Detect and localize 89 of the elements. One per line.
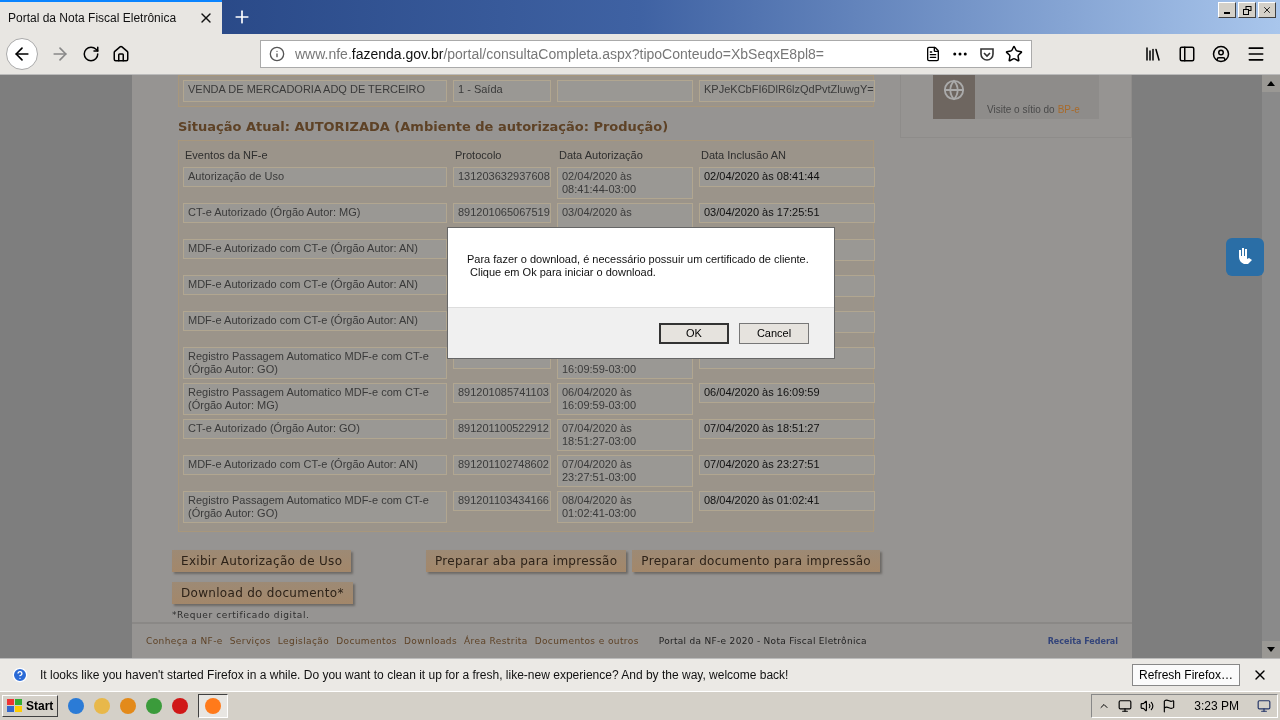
table-cell: MDF-e Autorizado com CT-e (Órgão Autor: AN): [183, 455, 447, 475]
table-cell: 891201085741103: [453, 383, 551, 403]
help-icon: [12, 667, 28, 683]
home-icon[interactable]: [112, 45, 130, 63]
table-cell: 1 - Saída: [453, 80, 551, 102]
logo-text: Receita Federal: [1047, 636, 1118, 646]
desktop-icon[interactable]: [1257, 699, 1271, 713]
column-header: Data Inclusão AN: [700, 148, 787, 163]
sidebar-icon[interactable]: [1178, 45, 1196, 63]
page-button[interactable]: Preparar documento para impressão: [632, 550, 880, 572]
clock: 3:23 PM: [1194, 699, 1239, 713]
down-arrow-icon[interactable]: [1267, 647, 1275, 652]
opera-icon[interactable]: [172, 698, 189, 714]
footer-link[interactable]: Documentos e outros: [534, 636, 639, 646]
star-icon[interactable]: [1005, 45, 1023, 63]
up-arrow-icon[interactable]: [1267, 81, 1275, 86]
table-cell: Registro Passagem Automatico MDF-e com CT-e (Órgão Autor: GO): [183, 347, 447, 379]
address-bar[interactable]: www.nfe.fazenda.gov.br/portal/consultaCompleta.aspx?tipoConteudo=XbSeqxE8pl8=: [260, 40, 1032, 68]
table-cell: CT-e Autorizado (Órgão Autor: GO): [183, 419, 447, 439]
table-cell: 891201103434166: [453, 491, 551, 511]
table-cell: MDF-e Autorizado com CT-e (Órgão Autor: AN): [183, 275, 447, 295]
library-icon[interactable]: [1144, 45, 1162, 63]
table-cell: Registro Passagem Automatico MDF-e com CT-e (Órgão Autor: GO): [183, 491, 447, 523]
reader-icon[interactable]: [925, 46, 941, 62]
table-cell: 891201100522912: [453, 419, 551, 439]
table-cell: 07/04/2020 às 23:27:51: [699, 455, 875, 475]
banner-text: Visite o sítio do: [987, 104, 1055, 115]
footer-link[interactable]: Downloads: [403, 636, 457, 646]
table-cell: 08/04/2020 às 01:02:41-03:00: [557, 491, 693, 523]
pocket-icon[interactable]: [979, 46, 995, 62]
notification-text: It looks like you haven't started Firefox in a while. Do you want to clean it up for a fresh, like-new experience? And by the way, welcome back!: [40, 668, 790, 682]
start-button[interactable]: Start: [2, 695, 59, 717]
page-button[interactable]: Exibir Autorização de Uso: [172, 550, 352, 572]
bpe-banner[interactable]: Visite o sítio do BP-e: [933, 75, 1099, 119]
browser-icon[interactable]: [68, 698, 85, 714]
column-header: Eventos da NF-e: [184, 148, 269, 163]
dialog-message: Para fazer o download, é necessário possuir um certificado de cliente. Clique em Ok para iniciar o download.: [467, 253, 809, 279]
table-cell: 06/04/2020 às 16:09:59: [699, 383, 875, 403]
table-cell: 131203632937608: [453, 167, 551, 187]
column-header: Protocolo: [454, 148, 503, 163]
table-cell: 07/04/2020 às 23:27:51-03:00: [557, 455, 693, 487]
copyright-text: Portal da NF-e 2020 - Nota Fiscal Eletrônica: [658, 636, 867, 646]
footnote: *Requer certificado digital.: [172, 610, 311, 620]
table-cell: 07/04/2020 às 18:51:27-03:00: [557, 419, 693, 451]
account-icon[interactable]: [1212, 45, 1230, 63]
reload-icon[interactable]: [82, 45, 100, 63]
table-cell: 08/04/2020 às 01:02:41: [699, 491, 875, 511]
table-cell: 07/04/2020 às 18:51:27: [699, 419, 875, 439]
minimize-icon[interactable]: [1218, 2, 1236, 18]
windows-logo-icon: [7, 699, 23, 713]
status-heading: Situação Atual: AUTORIZADA (Ambiente de autorização: Produção): [177, 118, 670, 136]
footer-link[interactable]: Serviços: [229, 636, 271, 646]
table-cell: 02/04/2020 às 08:41:44: [699, 167, 875, 187]
globe-icon: [943, 79, 965, 101]
footer-link[interactable]: Área Restrita: [464, 636, 528, 646]
table-cell: 06/04/2020 às 16:09:59-03:00: [557, 383, 693, 415]
page-button[interactable]: Preparar aba para impressão: [426, 550, 627, 572]
table-cell: 891201102748602: [453, 455, 551, 475]
table-cell: Autorização de Uso: [183, 167, 447, 187]
footer-link[interactable]: Conheça a NF-e: [146, 636, 223, 646]
table-cell: CT-e Autorizado (Órgão Autor: MG): [183, 203, 447, 223]
refresh-button[interactable]: Refresh Firefox…: [1131, 664, 1240, 686]
table-cell: 03/04/2020 às 17:25:51: [699, 203, 875, 223]
table-cell: KPJeKCbFI6DlR6lzQdPvtZluwgY=: [699, 80, 875, 102]
close-icon[interactable]: [1258, 2, 1276, 18]
table-cell: Registro Passagem Automatico MDF-e com CT-e (Órgão Autor: MG): [183, 383, 447, 415]
browser-tab[interactable]: Portal da Nota Fiscal Eletrônica: [0, 0, 222, 34]
menu-icon[interactable]: [1246, 44, 1266, 64]
restore-icon[interactable]: [1238, 2, 1256, 18]
dialog-button[interactable]: Cancel: [739, 322, 809, 344]
banner-brand: BP-e: [1057, 104, 1080, 115]
table-cell: VENDA DE MERCADORIA ADQ DE TERCEIRO: [183, 80, 447, 102]
accessibility-icon[interactable]: [1226, 238, 1264, 276]
volume-icon[interactable]: [1140, 699, 1155, 713]
column-header: Data Autorização: [558, 148, 644, 163]
flag-icon[interactable]: [1162, 699, 1177, 713]
dialog-button[interactable]: OK: [659, 322, 729, 344]
footer-link[interactable]: Documentos: [336, 636, 397, 646]
table-cell: MDF-e Autorizado com CT-e (Órgão Autor: AN): [183, 311, 447, 331]
download-button[interactable]: Download do documento*: [172, 582, 353, 604]
footer-link[interactable]: Legislação: [277, 636, 330, 646]
back-button[interactable]: [6, 38, 38, 70]
firefox-task[interactable]: [198, 694, 229, 718]
network-icon[interactable]: [1118, 699, 1133, 713]
tab-title: Portal da Nota Fiscal Eletrônica: [8, 11, 177, 25]
info-icon: [269, 46, 285, 62]
table-cell: 891201065067519: [453, 203, 551, 223]
table-cell: 02/04/2020 às 08:41:44-03:00: [557, 167, 693, 199]
table-cell: MDF-e Autorizado com CT-e (Órgão Autor: AN): [183, 239, 447, 259]
